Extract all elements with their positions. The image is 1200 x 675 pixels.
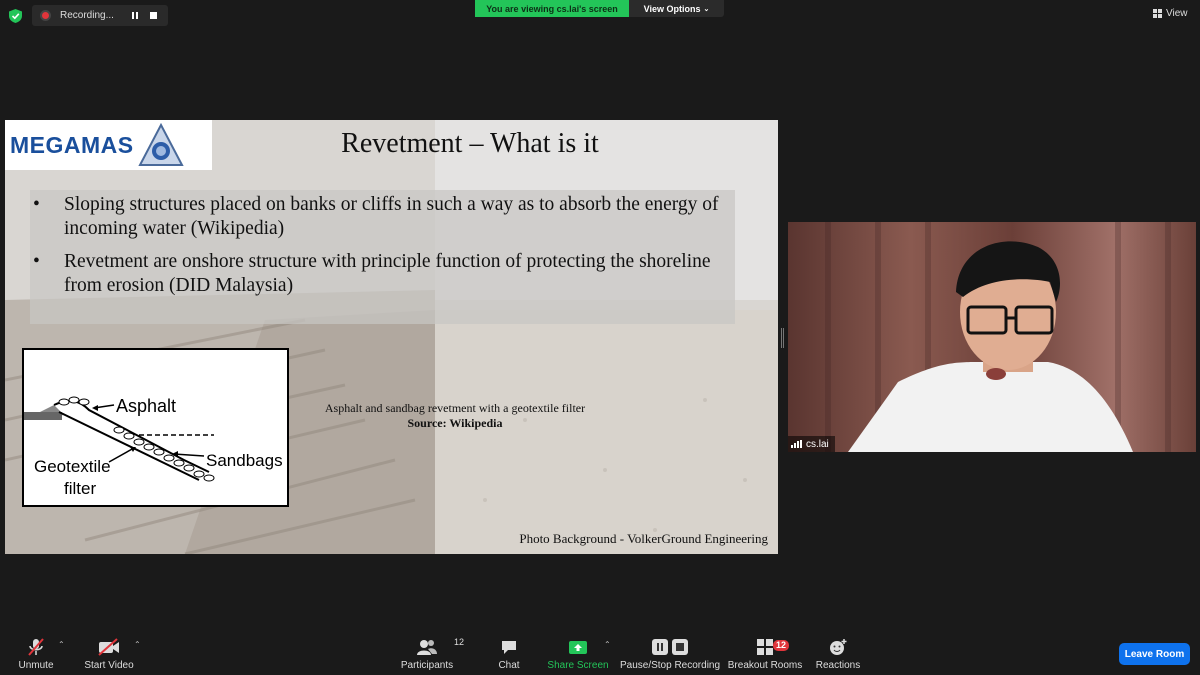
participants-icon: 12 [416,636,464,658]
recording-indicator: Recording... [32,5,168,26]
pause-icon [132,12,138,19]
stop-recording-button[interactable] [144,7,162,25]
caption-text: Asphalt and sandbag revetment with a geo… [324,401,586,415]
video-options-caret-icon[interactable]: ⌃ [134,640,141,649]
share-screen-label: Share Screen [547,660,609,671]
megamas-logo: MEGAMAS [5,120,212,170]
bullet-text: Revetment are onshore structure with pri… [64,251,711,296]
pause-recording-button[interactable] [126,7,144,25]
breakout-rooms-icon [756,636,774,658]
reactions-button[interactable]: Reactions [816,636,860,674]
bullet-item: • Sloping structures placed on banks or … [33,193,724,241]
participants-count: 12 [454,637,465,647]
share-options-caret-icon[interactable]: ⌃ [604,640,611,649]
breakout-rooms-badge: 12 [773,640,790,651]
security-shield-icon[interactable] [9,9,22,23]
photo-credit: Photo Background - VolkerGround Engineer… [519,531,768,546]
bullet-item: • Revetment are onshore structure with p… [33,250,724,298]
label-filter: filter [64,479,96,498]
view-options-label: View Options [643,3,701,14]
unmute-button[interactable]: Unmute [17,636,55,674]
chat-bubble-icon [500,636,518,658]
chat-label: Chat [498,660,520,671]
label-asphalt: Asphalt [116,396,176,416]
chevron-down-icon: ⌄ [703,5,710,13]
audio-options-caret-icon[interactable]: ⌃ [58,640,65,649]
diagram-caption: Asphalt and sandbag revetment with a geo… [305,401,605,431]
shared-screen-slide: MEGAMAS Revetment – What is it • Sloping… [5,120,778,554]
video-off-icon [97,636,121,658]
muted-microphone-icon [26,636,46,658]
participant-name-tag: cs.lai [788,436,835,452]
chat-button[interactable]: Chat [496,636,522,674]
bullet-icon: • [33,251,40,272]
revetment-diagram: Asphalt Sandbags Geotextile filter [22,348,289,507]
unmute-label: Unmute [18,660,54,671]
pause-stop-recording-label: Pause/Stop Recording [619,660,721,671]
recording-label: Recording... [60,10,114,21]
megamas-logo-mark-icon [137,123,184,166]
grid-view-icon [1153,9,1162,18]
breakout-rooms-label: Breakout Rooms [727,660,803,671]
share-screen-button[interactable]: Share Screen [547,636,609,674]
stop-icon [149,12,157,19]
participants-button[interactable]: 12 Participants [400,636,464,674]
revetment-diagram-drawing: Asphalt Sandbags Geotextile filter [24,396,283,498]
label-sandbags: Sandbags [206,451,283,470]
view-options-button[interactable]: View Options ⌄ [629,0,724,17]
bullet-text: Sloping structures placed on banks or cl… [64,194,719,239]
start-video-button[interactable]: Start Video [84,636,134,674]
breakout-rooms-button[interactable]: Breakout Rooms [727,636,803,674]
participant-video-tile[interactable]: cs.lai [788,222,1196,452]
panel-resize-handle[interactable] [781,328,784,348]
share-screen-icon [568,636,588,658]
caption-source: Source: Wikipedia [407,416,503,430]
reactions-label: Reactions [815,660,861,671]
view-button[interactable]: View [1153,5,1193,22]
leave-room-button[interactable]: Leave Room [1119,643,1190,665]
logo-text: MEGAMAS [10,131,134,158]
smiley-reaction-icon [828,636,848,658]
label-geotextile: Geotextile [34,457,111,476]
viewing-screen-banner: You are viewing cs.lai's screen [475,0,629,17]
pause-stop-recording-button[interactable]: Pause/Stop Recording [619,636,721,674]
pause-stop-icon [651,636,689,658]
recording-dot-icon [40,10,51,21]
start-video-label: Start Video [84,660,134,671]
participant-video-feed [788,222,1196,452]
view-label: View [1166,8,1188,19]
participant-name: cs.lai [806,438,829,450]
participants-label: Participants [400,660,454,671]
signal-strength-icon [791,440,802,448]
slide-title: Revetment – What is it [341,128,599,159]
bullet-icon: • [33,194,40,215]
